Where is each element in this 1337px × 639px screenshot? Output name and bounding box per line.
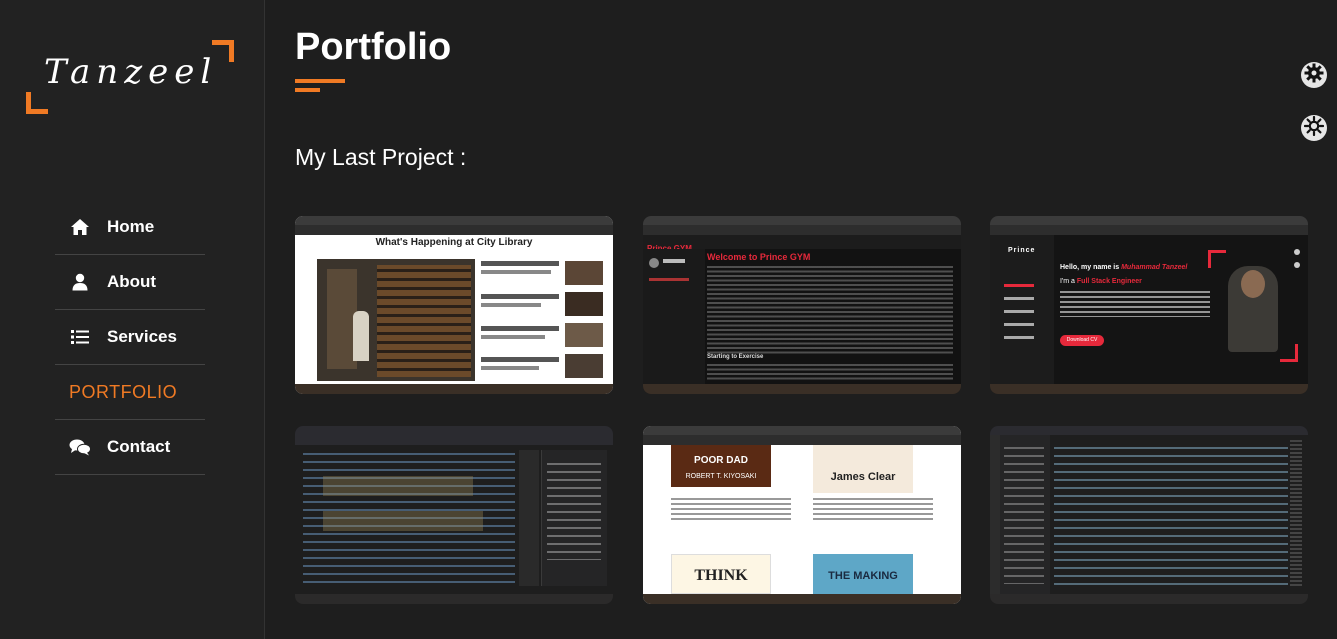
book-cover-the-making: THE MAKING bbox=[813, 554, 913, 594]
nav-item-home[interactable]: Home bbox=[55, 200, 205, 255]
library-heading: What's Happening at City Library bbox=[375, 237, 533, 248]
prince-role: I'm a Full Stack Engineer bbox=[1060, 278, 1142, 285]
nav-item-about[interactable]: About bbox=[55, 255, 205, 310]
sidebar: Tanzeel Home About Services PORTFOLIO Co… bbox=[0, 0, 265, 639]
logo-text: Tanzeel bbox=[44, 52, 218, 92]
settings-gear-button[interactable] bbox=[1301, 62, 1327, 88]
nav-label-home: Home bbox=[107, 217, 155, 236]
prince-photo bbox=[1228, 266, 1278, 352]
nav-item-portfolio[interactable]: PORTFOLIO bbox=[55, 365, 205, 420]
book-cover-poor-dad: POOR DAD ROBERT T. KIYOSAKI bbox=[671, 445, 771, 487]
section-title: My Last Project : bbox=[295, 144, 467, 170]
project-card-library[interactable]: What's Happening at City Library bbox=[295, 216, 613, 394]
nav-label-services: Services bbox=[107, 327, 177, 346]
project-card-gym[interactable]: Prince GYM Welcome to Prince GYM Startin… bbox=[643, 216, 961, 394]
theme-toggle-button[interactable] bbox=[1301, 115, 1327, 141]
nav-label-contact: Contact bbox=[107, 437, 171, 456]
chat-bubbles-icon bbox=[69, 436, 91, 458]
book-cover-atomic-habits: James Clear bbox=[813, 445, 913, 493]
prince-download-cv-button: Download CV bbox=[1060, 335, 1104, 346]
main-content: Portfolio My Last Project : What's Happe… bbox=[265, 0, 1337, 639]
project-card-books[interactable]: POOR DAD ROBERT T. KIYOSAKI James Clear … bbox=[643, 426, 961, 604]
home-icon bbox=[69, 216, 91, 238]
logo[interactable]: Tanzeel bbox=[26, 40, 234, 114]
sun-icon bbox=[1303, 115, 1325, 140]
list-icon bbox=[69, 326, 91, 348]
gym-subheading: Starting to Exercise bbox=[707, 354, 764, 360]
title-underline bbox=[295, 79, 345, 83]
page-title: Portfolio bbox=[295, 26, 452, 68]
project-card-code-editor-1[interactable] bbox=[295, 426, 613, 604]
gym-heading: Welcome to Prince GYM bbox=[707, 252, 811, 262]
library-image bbox=[317, 259, 475, 381]
book-cover-think: THINK bbox=[671, 554, 771, 594]
nav-label-about: About bbox=[107, 272, 157, 291]
nav-menu: Home About Services PORTFOLIO Contact bbox=[55, 200, 205, 475]
nav-label-portfolio: PORTFOLIO bbox=[69, 381, 178, 402]
nav-item-contact[interactable]: Contact bbox=[55, 420, 205, 475]
prince-brand: Prince bbox=[1008, 247, 1036, 254]
prince-greeting: Hello, my name is Muhammad Tanzeel bbox=[1060, 264, 1188, 271]
project-card-code-editor-2[interactable] bbox=[990, 426, 1308, 604]
title-underline-short bbox=[295, 88, 320, 92]
gear-icon bbox=[1304, 63, 1324, 87]
logo-corner-bottom-left bbox=[26, 92, 48, 114]
user-icon bbox=[69, 271, 91, 293]
project-card-prince-portfolio[interactable]: Prince Hello, my name is Muhammad Tanzee… bbox=[990, 216, 1308, 394]
nav-item-services[interactable]: Services bbox=[55, 310, 205, 365]
